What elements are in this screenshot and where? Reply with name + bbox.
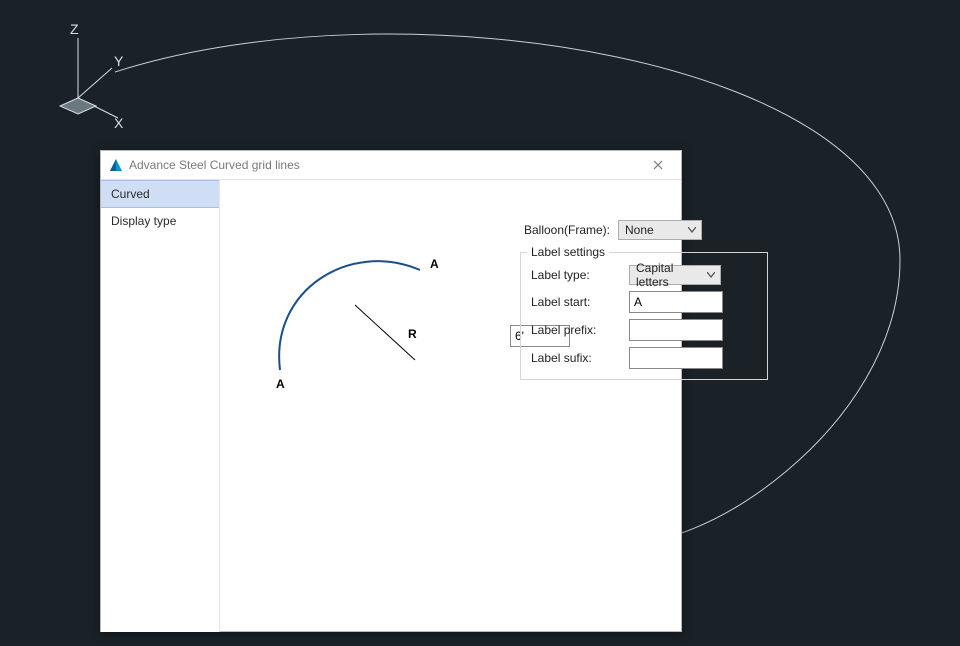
axis-label-y: Y bbox=[114, 53, 124, 69]
dialog-title: Advance Steel Curved grid lines bbox=[129, 158, 300, 172]
label-prefix-label: Label prefix: bbox=[531, 323, 621, 337]
balloon-frame-value: None bbox=[625, 223, 654, 237]
close-button[interactable] bbox=[643, 155, 673, 175]
radius-line bbox=[355, 305, 415, 360]
label-suffix-label: Label sufix: bbox=[531, 351, 621, 365]
label-start-input[interactable] bbox=[629, 291, 723, 313]
chevron-down-icon bbox=[687, 224, 697, 236]
label-prefix-input[interactable] bbox=[629, 319, 723, 341]
preview-radius-label: R bbox=[408, 327, 417, 341]
preview-start-label: A bbox=[276, 377, 285, 390]
sidebar-item-display-type[interactable]: Display type bbox=[101, 208, 219, 234]
cad-viewport: Z Y X Advance Steel Curved grid lines Cu… bbox=[0, 0, 960, 646]
balloon-frame-select[interactable]: None bbox=[618, 220, 702, 240]
label-start-label: Label start: bbox=[531, 295, 621, 309]
dialog-content: A A R Balloon(Frame): None bbox=[220, 180, 681, 632]
axis-label-x: X bbox=[114, 115, 124, 131]
label-type-value: Capital letters bbox=[636, 261, 702, 289]
label-settings-legend: Label settings bbox=[527, 245, 609, 259]
label-suffix-input[interactable] bbox=[629, 347, 723, 369]
label-settings-group: Label settings Label type: Capital lette… bbox=[520, 252, 768, 380]
dialog-titlebar[interactable]: Advance Steel Curved grid lines bbox=[101, 151, 681, 180]
sidebar-item-curved[interactable]: Curved bbox=[101, 180, 219, 208]
dialog-sidebar: Curved Display type bbox=[101, 180, 220, 632]
curved-grid-dialog: Advance Steel Curved grid lines Curved D… bbox=[100, 150, 682, 632]
close-icon bbox=[653, 160, 663, 170]
axis-gizmo: Z Y X bbox=[40, 20, 160, 140]
label-type-select[interactable]: Capital letters bbox=[629, 265, 721, 285]
preview-end-label: A bbox=[430, 257, 439, 271]
app-icon bbox=[109, 158, 123, 172]
balloon-frame-label: Balloon(Frame): bbox=[520, 223, 610, 237]
chevron-down-icon bbox=[706, 269, 716, 281]
axis-label-z: Z bbox=[70, 21, 79, 37]
grid-preview: A A R bbox=[240, 210, 470, 390]
preview-arc bbox=[279, 261, 420, 370]
label-type-label: Label type: bbox=[531, 268, 621, 282]
